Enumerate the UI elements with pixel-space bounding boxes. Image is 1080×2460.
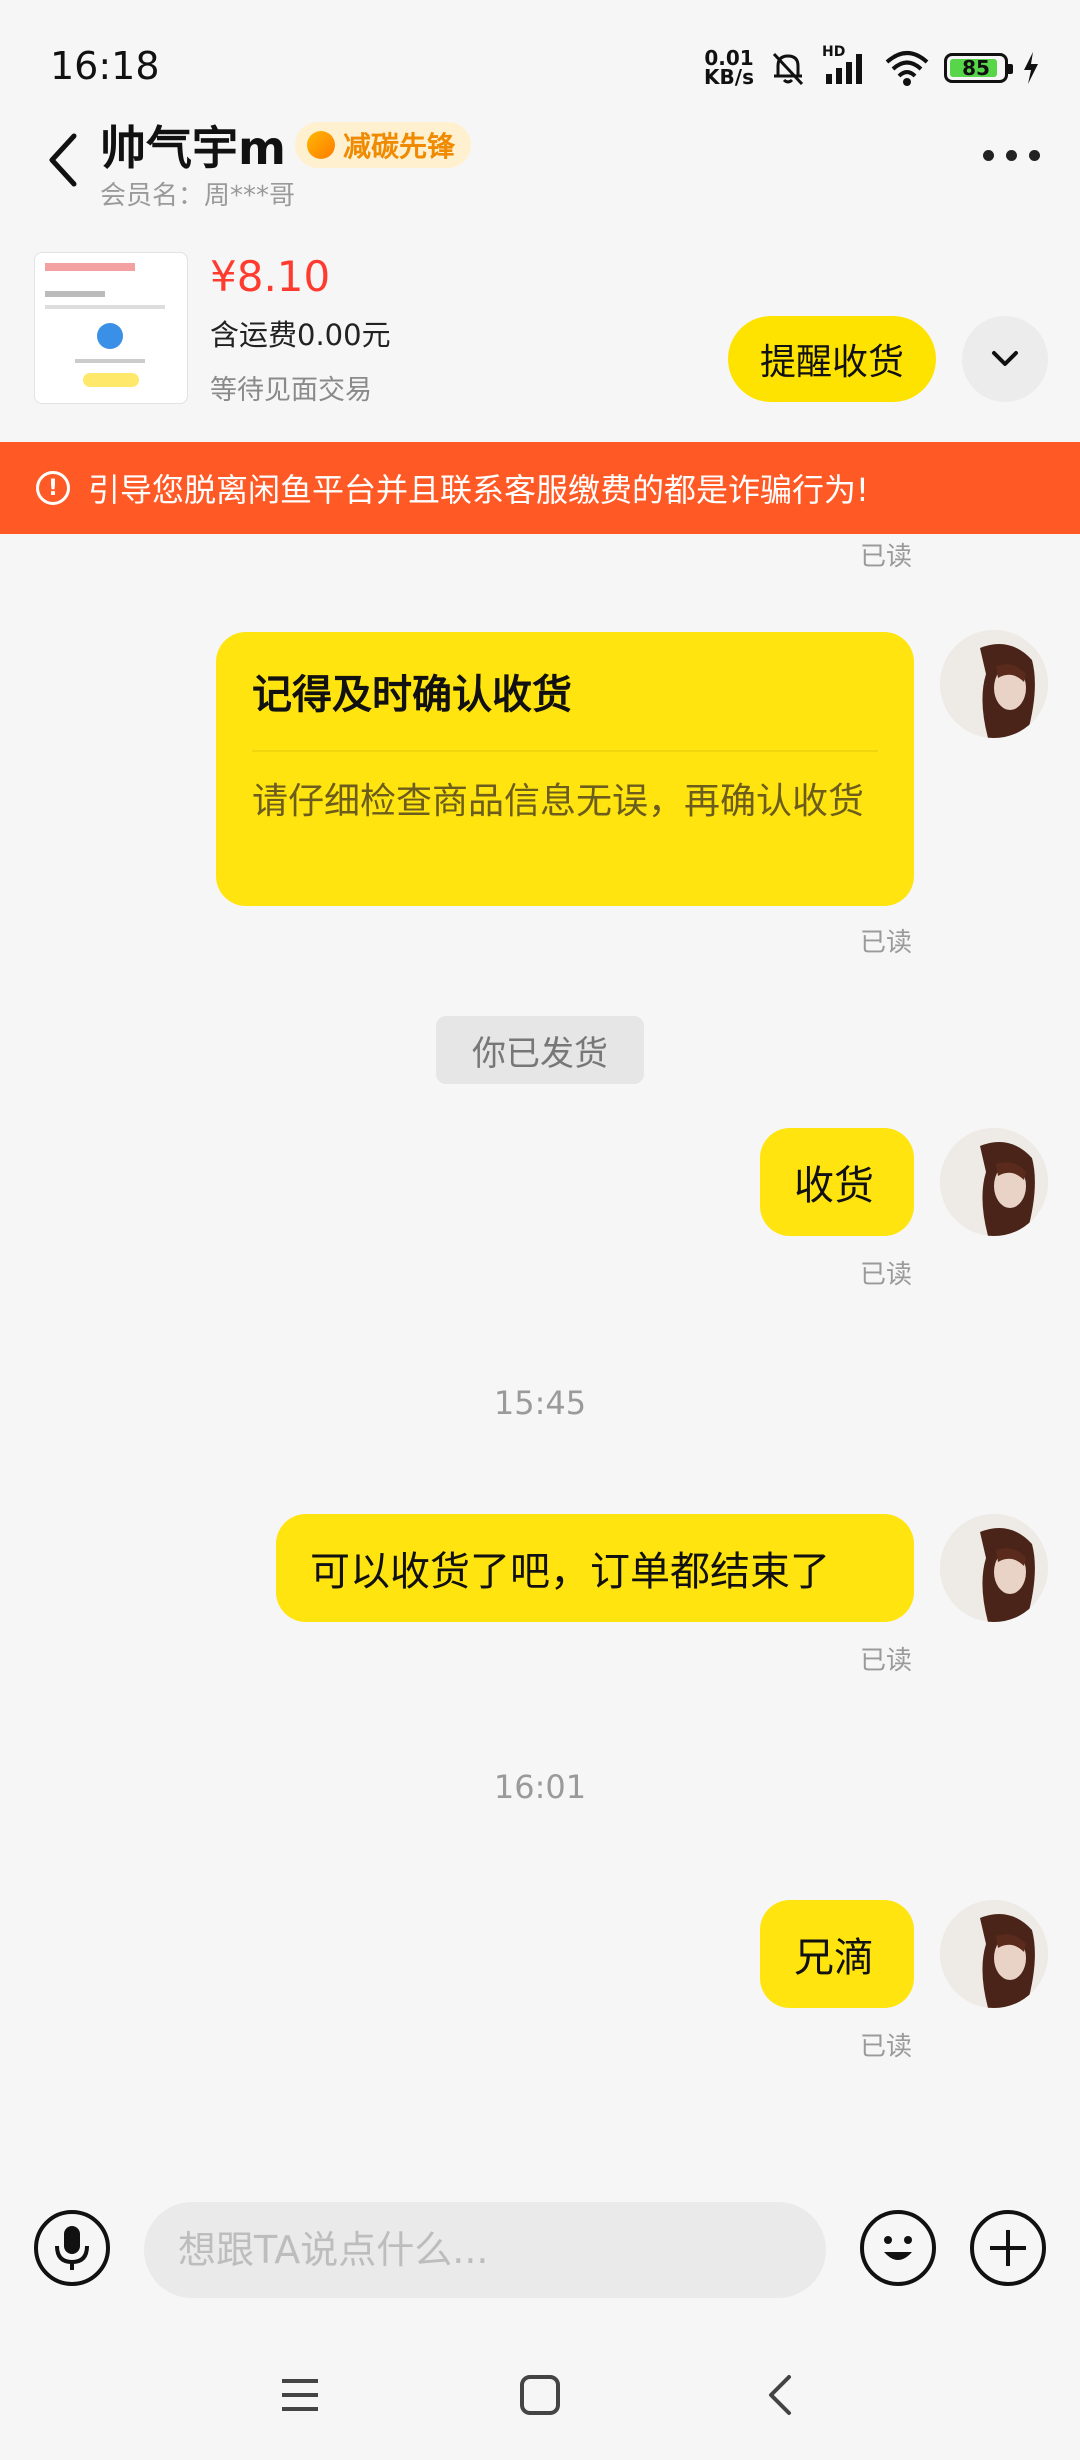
message-bubble[interactable]: 收货	[760, 1128, 914, 1236]
message-text: 收货	[794, 1163, 874, 1209]
read-receipt: 已读	[859, 928, 912, 958]
charging-icon	[1024, 52, 1038, 84]
nav-back-button[interactable]	[750, 2360, 810, 2430]
emoji-button[interactable]	[860, 2210, 936, 2286]
shipping-fee: 含运费0.00元	[210, 318, 391, 352]
nav-home-button[interactable]	[510, 2360, 570, 2430]
read-receipt: 已读	[859, 1260, 912, 1290]
more-actions-button[interactable]	[970, 2210, 1046, 2286]
avatar-image	[940, 630, 1048, 738]
time-separator: 16:01	[493, 1768, 587, 1806]
menu-icon	[282, 2379, 318, 2411]
system-message: 你已发货	[436, 1016, 644, 1084]
message-bubble[interactable]: 兄滴	[760, 1900, 914, 2008]
avatar[interactable]	[940, 630, 1048, 738]
status-icons: 0.01 KB/s HD 85	[704, 40, 1040, 96]
contact-name[interactable]: 帅气宇m	[100, 112, 286, 178]
confirm-receipt-card[interactable]: 记得及时确认收货 请仔细检查商品信息无误，再确认收货	[216, 632, 914, 906]
read-receipt: 已读	[859, 542, 912, 572]
net-speed-unit: KB/s	[704, 65, 754, 89]
message-bubble[interactable]: 可以收货了吧，订单都结束了	[276, 1514, 914, 1622]
more-dot-icon	[1006, 150, 1017, 161]
chevron-down-icon	[992, 351, 1018, 366]
back-button[interactable]	[40, 130, 90, 190]
card-title: 记得及时确认收货	[252, 672, 572, 718]
product-price: ¥8.10	[210, 252, 331, 301]
nav-back-icon	[769, 2375, 791, 2415]
avatar[interactable]	[940, 1514, 1048, 1622]
status-time: 16:18	[50, 44, 160, 88]
card-divider	[252, 750, 878, 752]
fraud-warning-banner: ! 引导您脱离闲鱼平台并且联系客服缴费的都是诈骗行为!	[0, 442, 1080, 534]
badge-label: 减碳先锋	[343, 130, 456, 163]
message-text: 兄滴	[794, 1935, 874, 1981]
more-dot-icon	[983, 150, 994, 161]
carbon-badge[interactable]: 减碳先锋	[295, 122, 472, 168]
mute-bell-icon	[772, 52, 804, 86]
signal-icon: HD	[822, 44, 870, 88]
leaf-badge-icon	[307, 131, 335, 159]
avatar-image	[940, 1900, 1048, 2008]
home-square-icon	[520, 2375, 560, 2415]
voice-input-button[interactable]	[34, 2210, 110, 2286]
battery-icon: 85	[944, 53, 1013, 83]
trade-status: 等待见面交易	[210, 375, 372, 406]
wifi-icon	[885, 51, 929, 86]
warning-text: 引导您脱离闲鱼平台并且联系客服缴费的都是诈骗行为!	[88, 471, 869, 509]
more-options-button[interactable]	[983, 150, 1040, 161]
product-thumbnail[interactable]	[34, 252, 188, 404]
nav-menu-button[interactable]	[270, 2360, 330, 2430]
avatar-image	[940, 1128, 1048, 1236]
expand-button[interactable]	[962, 316, 1048, 402]
read-receipt: 已读	[859, 1646, 912, 1676]
member-name: 会员名：周***哥	[100, 181, 296, 211]
read-receipt: 已读	[859, 2032, 912, 2062]
chevron-left-icon	[49, 133, 77, 187]
time-separator: 15:45	[493, 1384, 587, 1422]
card-body: 请仔细检查商品信息无误，再确认收货	[252, 781, 865, 822]
avatar[interactable]	[940, 1900, 1048, 2008]
avatar[interactable]	[940, 1128, 1048, 1236]
message-input[interactable]	[144, 2202, 826, 2298]
more-dot-icon	[1029, 150, 1040, 161]
battery-level: 85	[962, 56, 990, 80]
remind-receipt-button[interactable]: 提醒收货	[728, 316, 936, 402]
avatar-image	[940, 1514, 1048, 1622]
plus-icon	[990, 2230, 1026, 2266]
message-text: 可以收货了吧，订单都结束了	[310, 1549, 830, 1595]
smiley-icon	[884, 2236, 912, 2260]
net-speed: 0.01 KB/s	[704, 48, 754, 89]
warning-icon: !	[36, 471, 70, 505]
microphone-icon	[55, 2226, 89, 2270]
